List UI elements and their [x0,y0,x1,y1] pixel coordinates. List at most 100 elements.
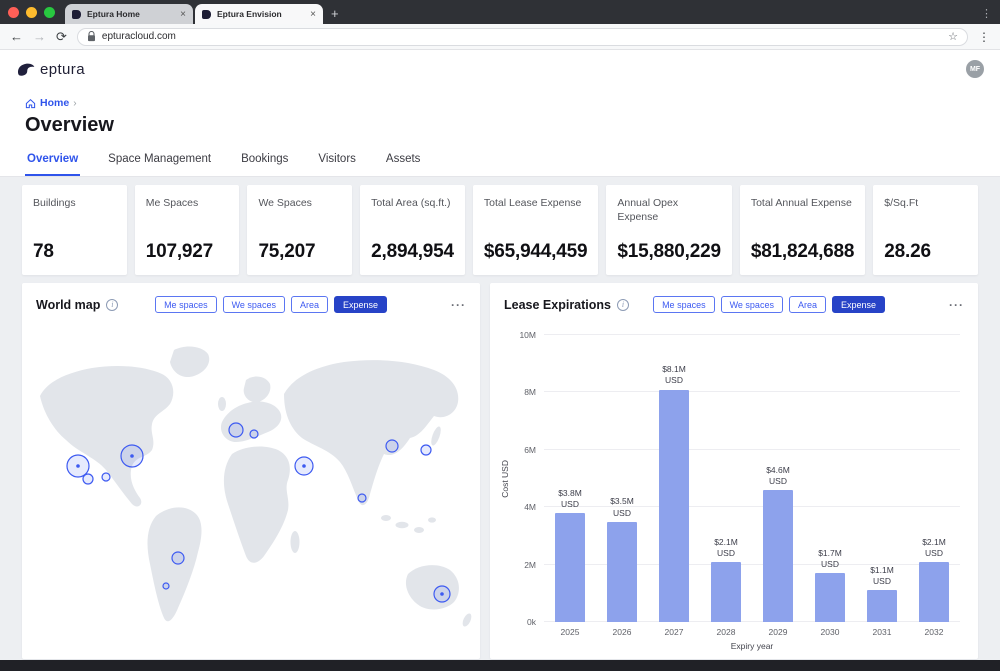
kpi-card-annual-opex: Annual Opex Expense $15,880,229 [606,185,731,275]
forward-icon[interactable]: → [33,30,46,43]
lease-bar-2030[interactable]: $1.7MUSD [815,573,845,622]
kpi-value: $65,944,459 [484,241,587,263]
lease-bar-2025[interactable]: $3.8MUSD [555,513,585,622]
new-tab-button[interactable]: + [331,6,339,24]
bar-value-label: $2.1MUSD [922,537,946,559]
map-bubble-dot [302,464,306,468]
kpi-value: 2,894,954 [371,241,454,263]
lease-bar-2027[interactable]: $8.1MUSD [659,390,689,622]
x-axis-title: Expiry year [544,637,960,651]
filter-area[interactable]: Area [789,296,826,313]
tab-close-icon[interactable]: × [310,9,316,20]
tab-favicon-icon [72,10,81,19]
bar-value-label: $2.1MUSD [714,537,738,559]
filter-we-spaces[interactable]: We spaces [721,296,783,313]
kpi-value: 107,927 [146,241,229,263]
filter-me-spaces[interactable]: Me spaces [653,296,715,313]
eptura-logo-icon [16,61,36,78]
world-map-panel: World map i Me spaces We spaces Area Exp… [22,283,480,659]
close-window-button[interactable] [8,7,19,18]
map-bubble[interactable] [102,473,110,481]
browser-tab-eptura-home[interactable]: Eptura Home × [65,4,193,24]
tab-overview[interactable]: Overview [25,147,80,176]
lease-expirations-header: Lease Expirations i Me spaces We spaces … [490,283,978,321]
kpi-value: 78 [33,241,116,263]
map-bubble-dot [130,454,134,458]
lease-chart-plot: $3.8MUSD $3.5MUSD $8.1MUSD $2.1MUSD $4.6MUSD… [544,335,960,622]
world-map-svg [26,321,476,655]
section-tabs: Overview Space Management Bookings Visit… [0,147,1000,177]
filter-expense[interactable]: Expense [334,296,387,313]
bookmark-star-icon[interactable]: ☆ [948,30,958,43]
map-bubble[interactable] [358,494,366,502]
panels-row: World map i Me spaces We spaces Area Exp… [22,283,978,659]
world-map-header: World map i Me spaces We spaces Area Exp… [22,283,480,321]
browser-menu-icon[interactable]: ⋮ [981,7,992,24]
filter-me-spaces[interactable]: Me spaces [155,296,217,313]
tab-favicon-icon [202,10,211,19]
lease-bar-2032[interactable]: $2.1MUSD [919,562,949,622]
kpi-card-we-spaces: We Spaces 75,207 [247,185,352,275]
kpi-value: 28.26 [884,241,967,263]
map-bubble[interactable] [421,445,431,455]
map-bubble[interactable] [229,423,243,437]
url-text: epturacloud.com [102,31,942,42]
map-bubble[interactable] [250,430,258,438]
kpi-label: $/Sq.Ft [884,196,967,210]
map-bubble[interactable] [172,552,184,564]
more-options-icon[interactable]: ··· [949,298,964,312]
filter-area[interactable]: Area [291,296,328,313]
kpi-value: 75,207 [258,241,341,263]
address-bar[interactable]: epturacloud.com ☆ [77,28,968,46]
bar-value-label: $1.1MUSD [870,565,894,587]
home-icon [25,98,36,109]
lease-bar-2026[interactable]: $3.5MUSD [607,522,637,622]
browser-titlebar: Eptura Home × Eptura Envision × + ⋮ [0,0,1000,24]
page-head: Home › Overview [0,88,1000,147]
x-tick-label: 2025 [544,627,596,637]
window-controls [8,0,55,24]
map-bubble[interactable] [163,583,169,589]
toolbar-menu-icon[interactable]: ⋮ [978,30,990,44]
filter-expense[interactable]: Expense [832,296,885,313]
y-tick-label: 2M [524,560,536,570]
y-tick-label: 4M [524,502,536,512]
map-bubble[interactable] [386,440,398,452]
x-tick-label: 2028 [700,627,752,637]
info-icon[interactable]: i [617,299,629,311]
logo-text: eptura [40,61,85,78]
tab-close-icon[interactable]: × [180,9,186,20]
minimize-window-button[interactable] [26,7,37,18]
lease-bar-2031[interactable]: $1.1MUSD [867,590,897,622]
lease-bar-2028[interactable]: $2.1MUSD [711,562,741,622]
bar-value-label: $3.5MUSD [610,496,634,518]
tab-space-management[interactable]: Space Management [106,147,213,176]
more-options-icon[interactable]: ··· [451,298,466,312]
kpi-label: Me Spaces [146,196,229,210]
avatar[interactable]: MF [966,60,984,78]
tab-assets[interactable]: Assets [384,147,423,176]
info-icon[interactable]: i [106,299,118,311]
x-tick-label: 2027 [648,627,700,637]
x-tick-label: 2030 [804,627,856,637]
refresh-icon[interactable]: ⟳ [56,30,67,43]
browser-tab-eptura-envision[interactable]: Eptura Envision × [195,4,323,24]
world-map-title: World map [36,298,100,312]
tab-visitors[interactable]: Visitors [316,147,358,176]
map-bubble-dot [440,592,444,596]
back-icon[interactable]: ← [10,30,23,43]
lease-chart: Cost USD 0k2M4M6M8M10M $3.8MUSD$3.5MUSD$… [490,321,978,659]
bar-slot: $3.8MUSD [544,335,596,622]
page-body: Buildings 78 Me Spaces 107,927 We Spaces… [0,177,1000,660]
lease-bar-2029[interactable]: $4.6MUSD [763,490,793,622]
filter-we-spaces[interactable]: We spaces [223,296,285,313]
kpi-card-total-area: Total Area (sq.ft.) 2,894,954 [360,185,465,275]
zoom-window-button[interactable] [44,7,55,18]
tab-bookings[interactable]: Bookings [239,147,290,176]
page-title: Overview [25,110,1000,147]
map-bubble[interactable] [83,474,93,484]
breadcrumb-home-link[interactable]: Home [40,97,69,109]
chart-x-axis: 20252026202720282029203020312032 [544,622,960,637]
bar-slot: $8.1MUSD [648,335,700,622]
lease-expirations-title: Lease Expirations [504,298,611,312]
